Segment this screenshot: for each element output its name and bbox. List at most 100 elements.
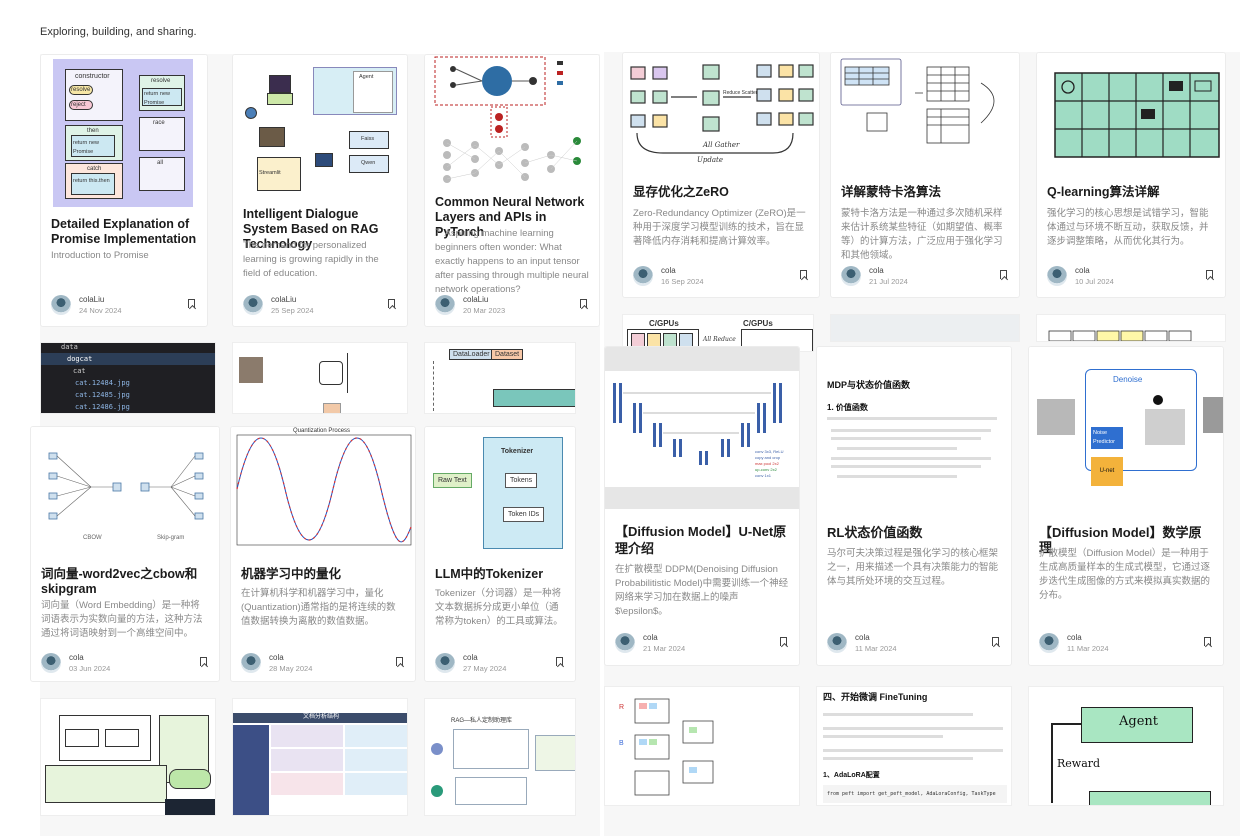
post-date: 25 Sep 2024 xyxy=(271,306,314,315)
svg-text:conv 3x3, ReLU: conv 3x3, ReLU xyxy=(755,449,784,454)
post-card[interactable]: conv 3x3, ReLU copy and crop max pool 2x2… xyxy=(604,346,800,666)
bookmark-icon[interactable] xyxy=(1206,270,1213,279)
zero-diagram xyxy=(630,64,814,154)
post-meta: cola 21 Mar 2024 xyxy=(615,633,787,655)
author-avatar xyxy=(633,266,653,286)
post-card[interactable]: 详解蒙特卡洛算法 蒙特卡洛方法是一种通过多次随机采样来估计系统某些特征（如期望值… xyxy=(830,52,1020,298)
post-thumbnail: All Gather Reduce Scatter Update xyxy=(623,53,819,171)
post-title[interactable]: Detailed Explanation of Promise Implemen… xyxy=(51,217,197,247)
post-card[interactable]: Tokenizer Raw Text Tokens Token IDs LLM中… xyxy=(424,426,576,682)
post-meta: cola 11 Mar 2024 xyxy=(827,633,999,655)
post-title[interactable]: 【Diffusion Model】U-Net原理介绍 xyxy=(615,523,789,557)
author-name: colaLiu xyxy=(463,295,489,304)
post-card-preview[interactable] xyxy=(830,314,1020,342)
post-card-preview[interactable] xyxy=(40,698,216,816)
post-card[interactable]: Common Neural Network Layers and APIs in… xyxy=(424,54,600,327)
post-date: 21 Mar 2024 xyxy=(643,644,686,653)
post-thumbnail: Quantization Process xyxy=(231,427,415,553)
bookmark-icon[interactable] xyxy=(1000,270,1007,279)
author-name: colaLiu xyxy=(271,295,297,304)
author-avatar xyxy=(435,295,455,315)
author-name: cola xyxy=(643,633,658,642)
post-thumbnail: constructor resolve reject then return n… xyxy=(41,55,207,207)
post-title[interactable]: 词向量-word2vec之cbow和skipgram xyxy=(41,567,209,597)
author-avatar xyxy=(1039,633,1059,653)
post-date: 16 Sep 2024 xyxy=(661,277,704,286)
author-name: cola xyxy=(869,266,884,275)
post-excerpt: The demand for personalized learning is … xyxy=(243,240,379,279)
bookmark-icon[interactable] xyxy=(188,299,195,308)
post-card-preview[interactable]: data dogcat cat cat.12484.jpg cat.12485.… xyxy=(40,342,216,414)
post-title[interactable]: 详解蒙特卡洛算法 xyxy=(841,185,1009,200)
post-card-preview[interactable]: 文档分析结构 xyxy=(232,698,408,816)
bookmark-icon[interactable] xyxy=(780,637,787,646)
post-card[interactable]: All Gather Reduce Scatter Update 显存优化之Ze… xyxy=(622,52,820,298)
post-excerpt: Tokenizer（分词器）是一种将文本数据拆分成更小单位（通常称为token）… xyxy=(435,588,563,627)
post-excerpt: 蒙特卡洛方法是一种通过多次随机采样来估计系统某些特征（如期望值、概率等）的计算方… xyxy=(841,208,1003,261)
post-meta: cola 10 Jul 2024 xyxy=(1047,266,1213,288)
post-date: 11 Mar 2024 xyxy=(855,644,897,653)
author-name: cola xyxy=(661,266,676,275)
author-avatar xyxy=(615,633,635,653)
post-card[interactable]: MDP与状态价值函数 1. 价值函数 RL状态价值函数 马尔可夫决策过程是强化学… xyxy=(816,346,1012,666)
post-card-preview[interactable]: Agent Reward xyxy=(1028,686,1224,806)
post-date: 21 Jul 2024 xyxy=(869,277,908,286)
author-name: cola xyxy=(855,633,870,642)
post-card[interactable]: Denoise Noise Predictor U-net 【Diffusion… xyxy=(1028,346,1224,666)
author-avatar xyxy=(243,295,263,315)
post-card[interactable]: Q-learning算法详解 强化学习的核心思想是试错学习，智能体通过与环境不断… xyxy=(1036,52,1226,298)
post-title[interactable]: 机器学习中的量化 xyxy=(241,567,405,582)
post-card-preview[interactable] xyxy=(232,342,408,414)
post-card-preview[interactable]: R B xyxy=(604,686,800,806)
post-title[interactable]: 显存优化之ZeRO xyxy=(633,185,809,200)
post-meta: cola 03 Jun 2024 xyxy=(41,653,207,675)
author-name: cola xyxy=(69,653,84,662)
bookmark-icon[interactable] xyxy=(992,637,999,646)
bookmark-icon[interactable] xyxy=(800,270,807,279)
post-card-preview[interactable]: DataLoader Dataset xyxy=(424,342,576,414)
bookmark-icon[interactable] xyxy=(388,299,395,308)
post-meta: cola 27 May 2024 xyxy=(435,653,563,675)
post-thumbnail: conv 3x3, ReLU copy and crop max pool 2x2… xyxy=(605,347,799,509)
tagline: Exploring, building, and sharing. xyxy=(40,26,197,38)
post-title[interactable]: Q-learning算法详解 xyxy=(1047,185,1215,200)
svg-text:CBOW: CBOW xyxy=(83,535,102,541)
author-name: colaLiu xyxy=(79,295,105,304)
author-name: cola xyxy=(463,653,478,662)
author-name: cola xyxy=(269,653,284,662)
post-title[interactable]: LLM中的Tokenizer xyxy=(435,567,565,582)
post-excerpt: Zero-Redundancy Optimizer (ZeRO)是一种用于深度学… xyxy=(633,208,806,247)
post-date: 11 Mar 2024 xyxy=(1067,644,1109,653)
post-meta: colaLiu 24 Nov 2024 xyxy=(51,295,195,317)
post-date: 24 Nov 2024 xyxy=(79,306,122,315)
svg-text:up-conv 2x2: up-conv 2x2 xyxy=(755,467,778,472)
post-card-preview[interactable]: RAG—私人定制助理库 xyxy=(424,698,576,816)
post-card[interactable]: CBOW Skip-gram 词向量-word2vec之cbow和skipgra… xyxy=(30,426,220,682)
bookmark-icon[interactable] xyxy=(580,299,587,308)
post-thumbnail xyxy=(831,53,1019,171)
post-excerpt: 扩散模型（Diffusion Model）是一种用于生成高质量样本的生成式模型，… xyxy=(1039,548,1211,601)
post-excerpt: 词向量（Word Embedding）是一种将词语表示为实数向量的方法，这种方法… xyxy=(41,600,203,639)
post-card[interactable]: Agent Faiss Qwen Streamlit Intelligent D… xyxy=(232,54,408,327)
post-thumbnail: CBOW Skip-gram xyxy=(31,427,219,551)
bookmark-icon[interactable] xyxy=(200,657,207,666)
grid-world-diagram xyxy=(1054,72,1220,158)
post-title[interactable]: RL状态价值函数 xyxy=(827,525,1001,540)
post-excerpt: 在扩散模型 DDPM(Denoising Diffusion Probabili… xyxy=(615,564,789,617)
svg-text:conv 1x1: conv 1x1 xyxy=(755,473,772,478)
bookmark-icon[interactable] xyxy=(396,657,403,666)
svg-text:copy and crop: copy and crop xyxy=(755,455,781,460)
author-avatar xyxy=(241,653,261,673)
post-card[interactable]: Quantization Process 机器学习中的量化 在计算机科学和机器学… xyxy=(230,426,416,682)
author-avatar xyxy=(1047,266,1067,286)
post-meta: cola 28 May 2024 xyxy=(241,653,403,675)
post-meta: cola 16 Sep 2024 xyxy=(633,266,807,288)
post-card[interactable]: constructor resolve reject then return n… xyxy=(40,54,208,327)
bookmark-icon[interactable] xyxy=(1204,637,1211,646)
post-card-preview[interactable]: 四、开始微调 FineTuning 1、AdaLoRA配置 from peft … xyxy=(816,686,1012,806)
post-card-preview[interactable] xyxy=(1036,314,1226,342)
svg-text:B: B xyxy=(619,740,624,747)
svg-text:max pool 2x2: max pool 2x2 xyxy=(755,461,780,466)
bookmark-icon[interactable] xyxy=(556,657,563,666)
post-thumbnail: Denoise Noise Predictor U-net xyxy=(1029,347,1223,509)
